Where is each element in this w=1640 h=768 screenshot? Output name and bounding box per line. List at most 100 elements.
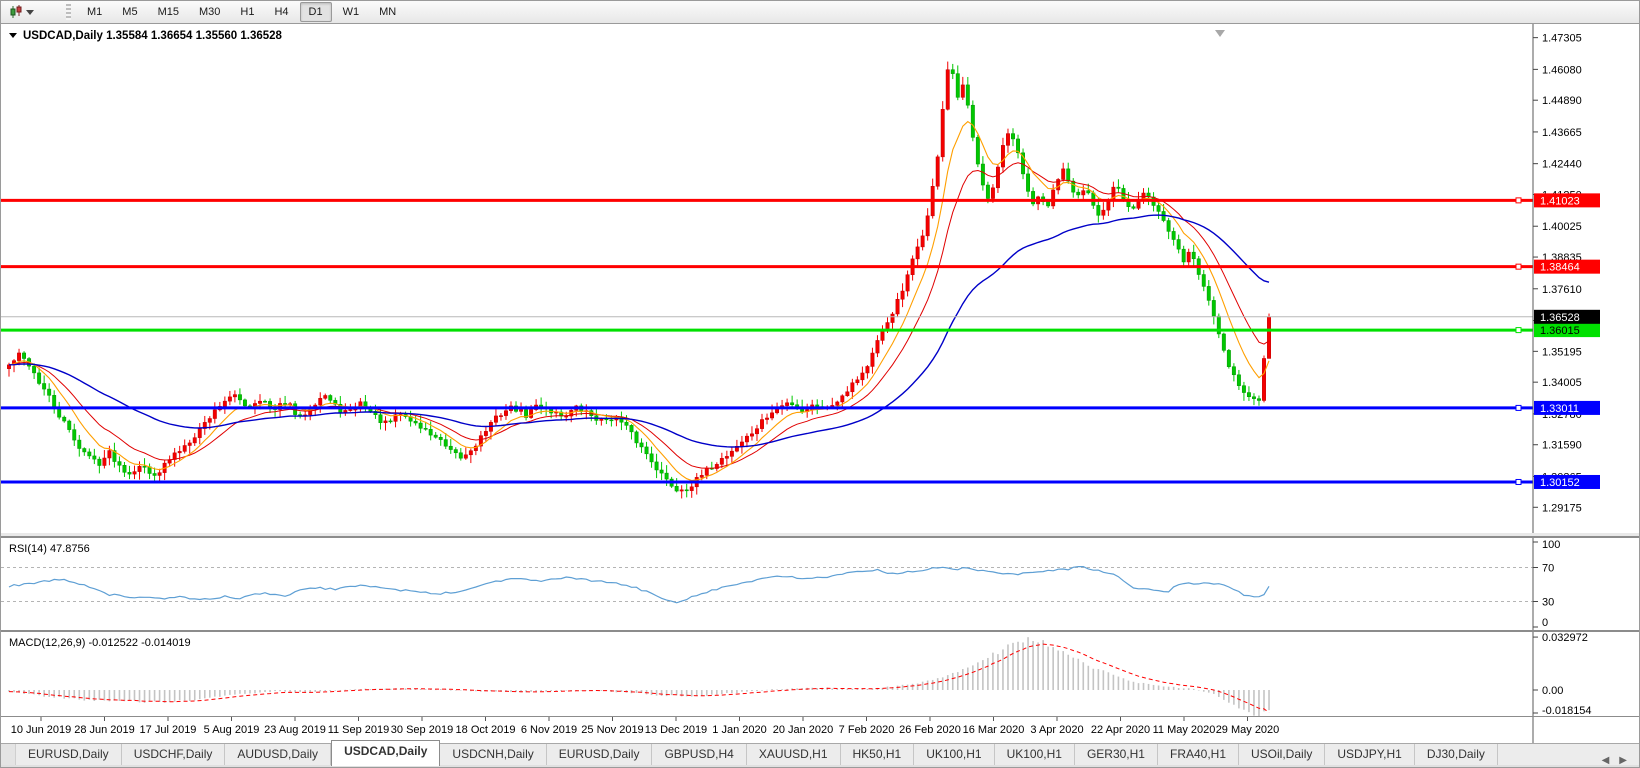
candle-body — [955, 73, 960, 98]
macd-histogram-bar — [992, 652, 994, 690]
date-label: 22 Apr 2020 — [1091, 724, 1150, 736]
tab-audusd-daily[interactable]: AUDUSD,Daily — [225, 744, 332, 766]
macd-histogram-bar — [153, 690, 156, 702]
tab-usdcnh-daily[interactable]: USDCNH,Daily — [440, 744, 547, 766]
timeframe-button-m15[interactable]: M15 — [149, 2, 188, 22]
candle-body — [1171, 231, 1176, 240]
candle-body — [760, 419, 764, 429]
candle-body — [463, 454, 468, 459]
macd-histogram-bar — [796, 688, 798, 690]
timeframe-button-d1[interactable]: D1 — [299, 2, 332, 22]
tab-fra40-h1[interactable]: FRA40,H1 — [1158, 744, 1240, 766]
macd-histogram-bar — [1102, 670, 1105, 690]
macd-background — [1, 632, 1639, 716]
macd-histogram-bar — [183, 690, 186, 701]
macd-histogram-bar — [555, 690, 557, 691]
timeframe-button-m5[interactable]: M5 — [113, 2, 146, 22]
candle-body — [940, 109, 945, 158]
candle-body — [97, 458, 102, 466]
line-drag-handle[interactable] — [1515, 263, 1522, 270]
timeframe-button-h4[interactable]: H4 — [265, 2, 297, 22]
price-tick-label: 1.31590 — [1542, 440, 1582, 452]
tab-uk100-h1[interactable]: UK100,H1 — [995, 744, 1075, 766]
tab-xauusd-h1[interactable]: XAUUSD,H1 — [747, 744, 841, 766]
tab-usdchf-daily[interactable]: USDCHF,Daily — [122, 744, 226, 766]
macd-histogram-bar — [716, 690, 718, 695]
macd-histogram-bar — [53, 690, 55, 698]
candle-body — [1006, 133, 1010, 146]
macd-histogram-bar — [329, 690, 332, 691]
current-price-label: 1.36528 — [1540, 312, 1580, 324]
candle-body — [1046, 201, 1051, 207]
rsi-indicator-panel: 100 70 30 0 RSI(14) 47.8756 — [1, 536, 1640, 632]
candle-body — [870, 352, 875, 367]
candle-body — [1186, 251, 1191, 263]
candle-body — [47, 388, 52, 396]
candle-body — [915, 246, 920, 260]
toolbar-grip-handle[interactable] — [66, 4, 71, 20]
macd-histogram-bar — [1142, 682, 1145, 690]
tab-dj30-daily[interactable]: DJ30,Daily — [1415, 744, 1498, 766]
macd-histogram-bar — [1263, 690, 1265, 712]
macd-histogram-bar — [289, 690, 291, 692]
candle-body — [925, 215, 930, 237]
candle-body — [1106, 200, 1111, 211]
macd-histogram-bar — [33, 690, 35, 695]
macd-histogram-bar — [178, 690, 181, 701]
timeframe-button-m30[interactable]: M30 — [190, 2, 229, 22]
tab-hk50-h1[interactable]: HK50,H1 — [841, 744, 915, 766]
line-drag-handle[interactable] — [1515, 327, 1522, 334]
candle-body — [102, 457, 107, 466]
candle-body — [1166, 220, 1171, 232]
candle-body — [965, 84, 970, 106]
macd-histogram-bar — [921, 681, 924, 690]
tab-usdjpy-h1[interactable]: USDJPY,H1 — [1325, 744, 1415, 766]
rsi-background — [1, 538, 1639, 630]
timeframe-button-h1[interactable]: H1 — [231, 2, 263, 22]
date-label: 6 Nov 2019 — [521, 724, 577, 736]
macd-histogram-bar — [1067, 654, 1070, 690]
macd-histogram-bar — [1112, 674, 1115, 690]
candle-body — [729, 450, 734, 457]
date-label: 11 Sep 2019 — [328, 724, 390, 736]
timeframe-button-m1[interactable]: M1 — [78, 2, 111, 22]
tab-gbpusd-h4[interactable]: GBPUSD,H4 — [652, 744, 747, 766]
macd-histogram-bar — [816, 688, 819, 690]
macd-histogram-bar — [1002, 649, 1004, 690]
main-chart-canvas[interactable]: 1.473051.460801.448901.436651.424401.412… — [1, 24, 1640, 537]
macd-histogram-bar — [731, 690, 733, 694]
candle-body — [1191, 251, 1196, 260]
timeframe-button-mn[interactable]: MN — [370, 2, 405, 22]
macd-canvas[interactable]: 0.032972 0.00 -0.018154 MACD(12,26,9) -0.01… — [1, 632, 1640, 716]
tab-usdcad-daily[interactable]: USDCAD,Daily — [331, 740, 441, 766]
macd-histogram-bar — [565, 690, 568, 691]
macd-histogram-bar — [906, 684, 909, 690]
tab-eurusd-daily[interactable]: EURUSD,Daily — [16, 744, 122, 766]
macd-histogram-bar — [113, 690, 116, 701]
line-drag-handle[interactable] — [1515, 197, 1522, 204]
candle-body — [895, 298, 900, 315]
tab-usoil-daily[interactable]: USOil,Daily — [1239, 744, 1326, 766]
date-label: 28 Jun 2019 — [74, 724, 135, 736]
macd-histogram-bar — [239, 690, 241, 694]
rsi-canvas[interactable]: 100 70 30 0 RSI(14) 47.8756 — [1, 538, 1640, 630]
candle-body — [654, 461, 659, 471]
macd-histogram-bar — [63, 690, 66, 699]
macd-histogram-bar — [967, 667, 969, 690]
tab-ger30-h1[interactable]: GER30,H1 — [1075, 744, 1158, 766]
candle-body — [263, 400, 267, 403]
line-drag-handle[interactable] — [1515, 478, 1522, 485]
candle-body — [770, 412, 774, 419]
macd-histogram-bar — [495, 690, 497, 692]
line-drag-handle[interactable] — [1515, 404, 1522, 411]
macd-histogram-bar — [344, 689, 347, 691]
timeframe-button-w1[interactable]: W1 — [334, 2, 369, 22]
macd-histogram-bar — [926, 680, 929, 690]
candle-body — [42, 383, 47, 390]
macd-histogram-bar — [244, 690, 246, 694]
tab-eurusd-daily[interactable]: EURUSD,Daily — [547, 744, 653, 766]
macd-histogram-bar — [655, 690, 658, 696]
chart-type-dropdown-button[interactable] — [5, 3, 38, 21]
macd-histogram-bar — [103, 690, 106, 701]
tab-uk100-h1[interactable]: UK100,H1 — [914, 744, 995, 766]
